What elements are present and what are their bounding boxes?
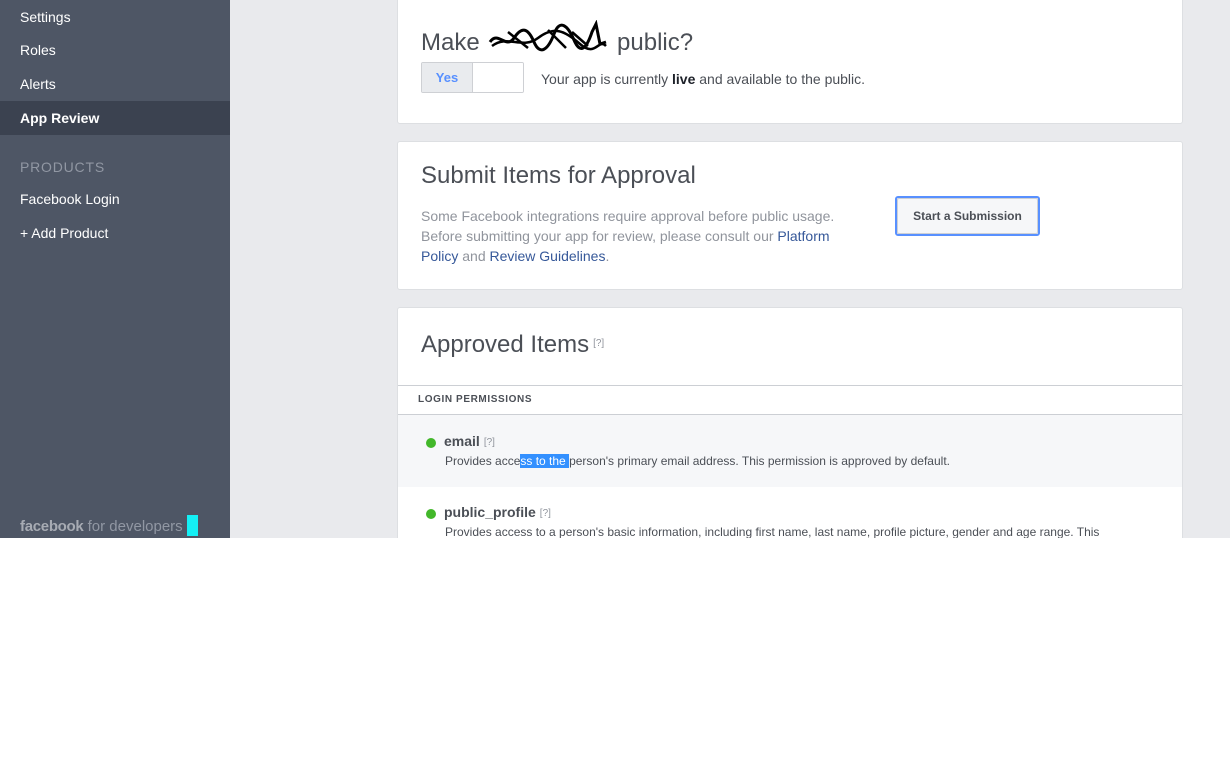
permission-description: Provides access to a person's basic info… — [445, 525, 1100, 538]
permission-row-email: email [?] Provides access to the person's… — [398, 415, 1182, 487]
title-suffix: public? — [617, 29, 694, 56]
login-permissions-header: LOGIN PERMISSIONS — [398, 385, 1182, 415]
submit-items-card: Submit Items for Approval Some Facebook … — [397, 141, 1183, 290]
desc-after-selection: person's primary email address. This per… — [569, 454, 950, 468]
approved-items-title: Approved Items [?] — [421, 331, 604, 359]
approved-status-dot — [426, 509, 436, 519]
sidebar-item-app-review[interactable]: App Review — [0, 101, 230, 135]
brand-facebook: facebook — [20, 518, 84, 535]
make-public-title: Make public? — [421, 20, 693, 57]
products-heading: PRODUCTS — [20, 159, 105, 175]
sidebar-item-alerts[interactable]: Alerts — [0, 67, 230, 101]
submit-items-title: Submit Items for Approval — [421, 162, 696, 189]
permission-name-email: email — [444, 433, 480, 449]
text-cursor-block — [186, 515, 198, 536]
redacted-app-name-scribble — [489, 20, 608, 52]
toggle-knob — [474, 63, 523, 92]
approved-items-card: Approved Items [?] LOGIN PERMISSIONS emai… — [397, 307, 1183, 538]
facebook-developers-logo[interactable]: facebook for developers — [20, 515, 198, 537]
sidebar-item-add-product[interactable]: + Add Product — [0, 216, 230, 250]
selected-text: ss to the — [520, 454, 570, 468]
permission-row-public-profile: public_profile [?] Provides access to a p… — [398, 487, 1182, 538]
start-submission-button[interactable]: Start a Submission — [895, 196, 1040, 236]
permission-help-link[interactable]: [?] — [540, 508, 551, 519]
submit-description: Some Facebook integrations require appro… — [421, 206, 861, 266]
permission-name-public-profile: public_profile — [444, 504, 536, 520]
status-text-before: Your app is currently — [541, 71, 669, 87]
make-public-card: Make public? Yes Your app is currently l… — [397, 0, 1183, 124]
desc-before-selection: Provides acce — [445, 454, 521, 468]
title-prefix: Make — [421, 29, 480, 56]
start-submission-label: Start a Submission — [897, 198, 1038, 234]
permission-name: public_profile [?] — [444, 504, 551, 520]
sidebar: Settings Roles Alerts App Review PRODUCT… — [0, 0, 230, 538]
toggle-yes-label: Yes — [422, 63, 473, 92]
approved-status-dot — [426, 438, 436, 448]
permission-help-link[interactable]: [?] — [484, 437, 495, 448]
app-live-status: Your app is currently live and available… — [541, 71, 865, 87]
submit-desc-end: . — [605, 248, 610, 264]
status-live: live — [672, 71, 696, 87]
sidebar-item-roles[interactable]: Roles — [0, 33, 230, 67]
sidebar-item-facebook-login[interactable]: Facebook Login — [0, 182, 230, 216]
submit-desc-and: and — [462, 248, 486, 264]
review-guidelines-link[interactable]: Review Guidelines — [490, 248, 606, 264]
public-toggle[interactable]: Yes — [421, 62, 524, 93]
brand-suffix: for developers — [87, 518, 183, 535]
permission-name: email [?] — [444, 433, 495, 449]
approved-title-text: Approved Items — [421, 331, 590, 358]
sidebar-item-settings[interactable]: Settings — [0, 0, 230, 34]
submit-desc-text: Some Facebook integrations require appro… — [421, 208, 835, 244]
status-text-after: and available to the public. — [699, 71, 866, 87]
page-viewport: Settings Roles Alerts App Review PRODUCT… — [0, 0, 1230, 538]
approved-help-link[interactable]: [?] — [593, 338, 604, 349]
permission-description: Provides access to the person's primary … — [445, 454, 950, 468]
